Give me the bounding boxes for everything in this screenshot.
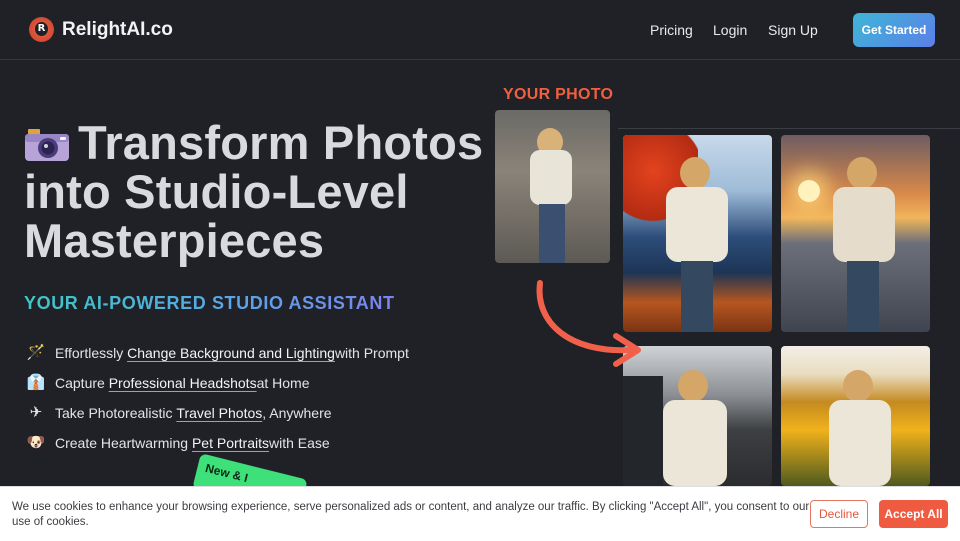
feature-link-pets[interactable]: Pet Portraits [192,435,269,451]
feature-item: 🐶 Create Heartwarming Pet Portraits with… [26,434,330,452]
cookie-banner: We use cookies to enhance your browsing … [0,486,960,541]
brand-logo[interactable]: RelightAI.co [29,17,173,42]
feature-text: with Prompt [334,345,409,361]
hero-title-block: Transform Photos into Studio-Level Maste… [24,118,494,265]
magic-wand-icon: 🪄 [26,344,46,361]
accept-all-button[interactable]: Accept All [879,500,948,528]
feature-text: Create Heartwarming [55,435,189,451]
hero-title: Transform Photos into Studio-Level Maste… [24,116,484,267]
feature-link-background[interactable]: Change Background and Lighting [127,345,335,361]
feature-text: Capture [55,375,105,391]
feature-text: at Home [256,375,310,391]
feature-text: Effortlessly [55,345,124,361]
decline-button[interactable]: Decline [810,500,868,528]
businessperson-icon: 👔 [26,374,46,391]
feature-text: , Anywhere [262,405,332,421]
feature-text: Take Photorealistic [55,405,173,421]
feature-text: with Ease [268,435,330,451]
result-photo-sunflowers[interactable] [781,346,930,486]
gallery-divider [618,128,960,129]
hero-subtitle: YOUR AI-POWERED STUDIO ASSISTANT [24,293,395,313]
nav-signup-link[interactable]: Sign Up [768,22,818,38]
logo-icon [29,17,54,42]
brand-name: RelightAI.co [62,18,173,40]
original-photo[interactable] [495,110,610,263]
cookie-text: We use cookies to enhance your browsing … [12,501,810,528]
airplane-icon: ✈ [29,404,43,421]
feature-item: ✈ Take Photorealistic Travel Photos, Any… [26,404,332,422]
get-started-button[interactable]: Get Started [853,13,935,47]
nav-login-link[interactable]: Login [713,22,747,38]
result-photo-sunset[interactable] [781,135,930,332]
feature-link-headshots[interactable]: Professional Headshots [109,375,257,391]
arrow-icon [536,280,641,367]
feature-item: 👔 Capture Professional Headshots at Home [26,374,310,392]
feature-link-travel[interactable]: Travel Photos [176,405,262,421]
site-header: RelightAI.co Pricing Login Sign Up Get S… [0,0,960,60]
dog-icon: 🐶 [26,434,46,451]
nav-pricing-link[interactable]: Pricing [650,22,693,38]
your-photo-label: YOUR PHOTO [503,86,614,103]
camera-icon [25,129,69,161]
feature-item: 🪄 Effortlessly Change Background and Lig… [26,344,409,362]
